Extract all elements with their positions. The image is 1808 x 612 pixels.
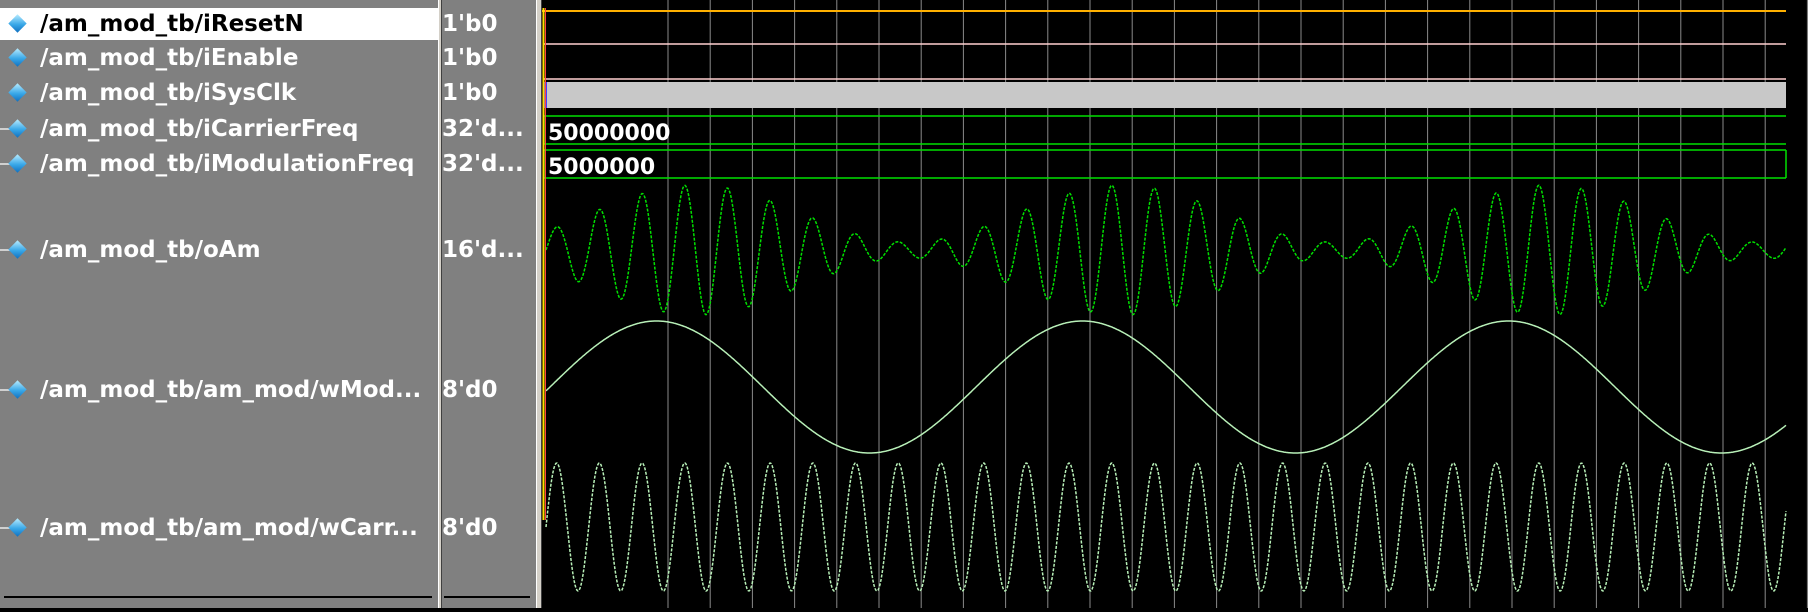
signal-value-row[interactable]: 1'b0 bbox=[442, 77, 536, 109]
waveform-pane[interactable]: 50000000 5000000 bbox=[542, 0, 1808, 608]
signal-name: /am_mod_tb/oAm bbox=[40, 237, 261, 263]
signal-row[interactable]: /am_mod_tb/iEnable bbox=[0, 42, 438, 74]
signal-name: /am_mod_tb/am_mod/wCarr... bbox=[40, 515, 418, 541]
signal-diamond-icon bbox=[8, 380, 27, 399]
signal-diamond-icon bbox=[8, 240, 27, 259]
signal-row[interactable]: /am_mod_tb/oAm bbox=[0, 180, 438, 320]
trace-isysclk bbox=[546, 82, 1786, 108]
signal-diamond-icon bbox=[8, 14, 27, 33]
signal-value: 1'b0 bbox=[442, 45, 498, 71]
waveform-canvas[interactable]: 50000000 5000000 bbox=[542, 0, 1808, 608]
signal-name: /am_mod_tb/iResetN bbox=[40, 11, 304, 37]
signal-diamond-icon bbox=[8, 83, 27, 102]
signal-row[interactable]: /am_mod_tb/iResetN bbox=[0, 8, 438, 40]
bus-value-modulation-freq: 5000000 bbox=[548, 155, 655, 180]
signal-value-row[interactable]: 1'b0 bbox=[442, 42, 536, 74]
signal-value: 1'b0 bbox=[442, 80, 498, 106]
waveform-traces bbox=[542, 8, 1787, 592]
signal-value-row[interactable]: 8'd0 bbox=[442, 460, 536, 596]
signal-name: /am_mod_tb/iSysClk bbox=[40, 80, 297, 106]
trace-wcarrier bbox=[545, 462, 1787, 592]
signal-values-pane: 1'b0 1'b0 1'b0 32'd... 32'd... 16'd... 8'd0 8'd… bbox=[442, 0, 536, 608]
signal-diamond-icon bbox=[8, 119, 27, 138]
list-end-separator bbox=[444, 596, 530, 598]
signal-value: 32'd... bbox=[442, 151, 524, 177]
signal-row[interactable]: /am_mod_tb/iSysClk bbox=[0, 77, 438, 109]
signal-diamond-icon bbox=[8, 518, 27, 537]
signal-value-row[interactable]: 32'd... bbox=[442, 148, 536, 180]
trace-wmodulation bbox=[545, 320, 1787, 454]
signal-name: /am_mod_tb/iCarrierFreq bbox=[40, 116, 359, 142]
signal-row[interactable]: /am_mod_tb/am_mod/wMod... bbox=[0, 320, 438, 460]
signal-names-pane: /am_mod_tb/iResetN/am_mod_tb/iEnable/am_… bbox=[0, 0, 438, 608]
signal-value-row[interactable]: 16'd... bbox=[442, 180, 536, 320]
signal-value: 16'd... bbox=[442, 237, 524, 263]
signal-row[interactable]: /am_mod_tb/iCarrierFreq bbox=[0, 113, 438, 145]
signal-row[interactable]: /am_mod_tb/iModulationFreq bbox=[0, 148, 438, 180]
signal-name: /am_mod_tb/iModulationFreq bbox=[40, 151, 415, 177]
signal-diamond-icon bbox=[8, 154, 27, 173]
bus-value-carrier-freq: 50000000 bbox=[548, 121, 670, 146]
trace-oam bbox=[545, 184, 1787, 316]
signal-name: /am_mod_tb/iEnable bbox=[40, 45, 299, 71]
signal-value: 8'd0 bbox=[442, 515, 498, 541]
signal-value-row[interactable]: 1'b0 bbox=[442, 8, 536, 40]
signal-value: 1'b0 bbox=[442, 11, 498, 37]
signal-value-row[interactable]: 32'd... bbox=[442, 113, 536, 145]
list-end-separator bbox=[4, 596, 432, 598]
signal-name: /am_mod_tb/am_mod/wMod... bbox=[40, 377, 422, 403]
signal-diamond-icon bbox=[8, 48, 27, 67]
signal-value: 8'd0 bbox=[442, 377, 498, 403]
signal-row[interactable]: /am_mod_tb/am_mod/wCarr... bbox=[0, 460, 438, 596]
signal-value: 32'd... bbox=[442, 116, 524, 142]
signal-value-row[interactable]: 8'd0 bbox=[442, 320, 536, 460]
